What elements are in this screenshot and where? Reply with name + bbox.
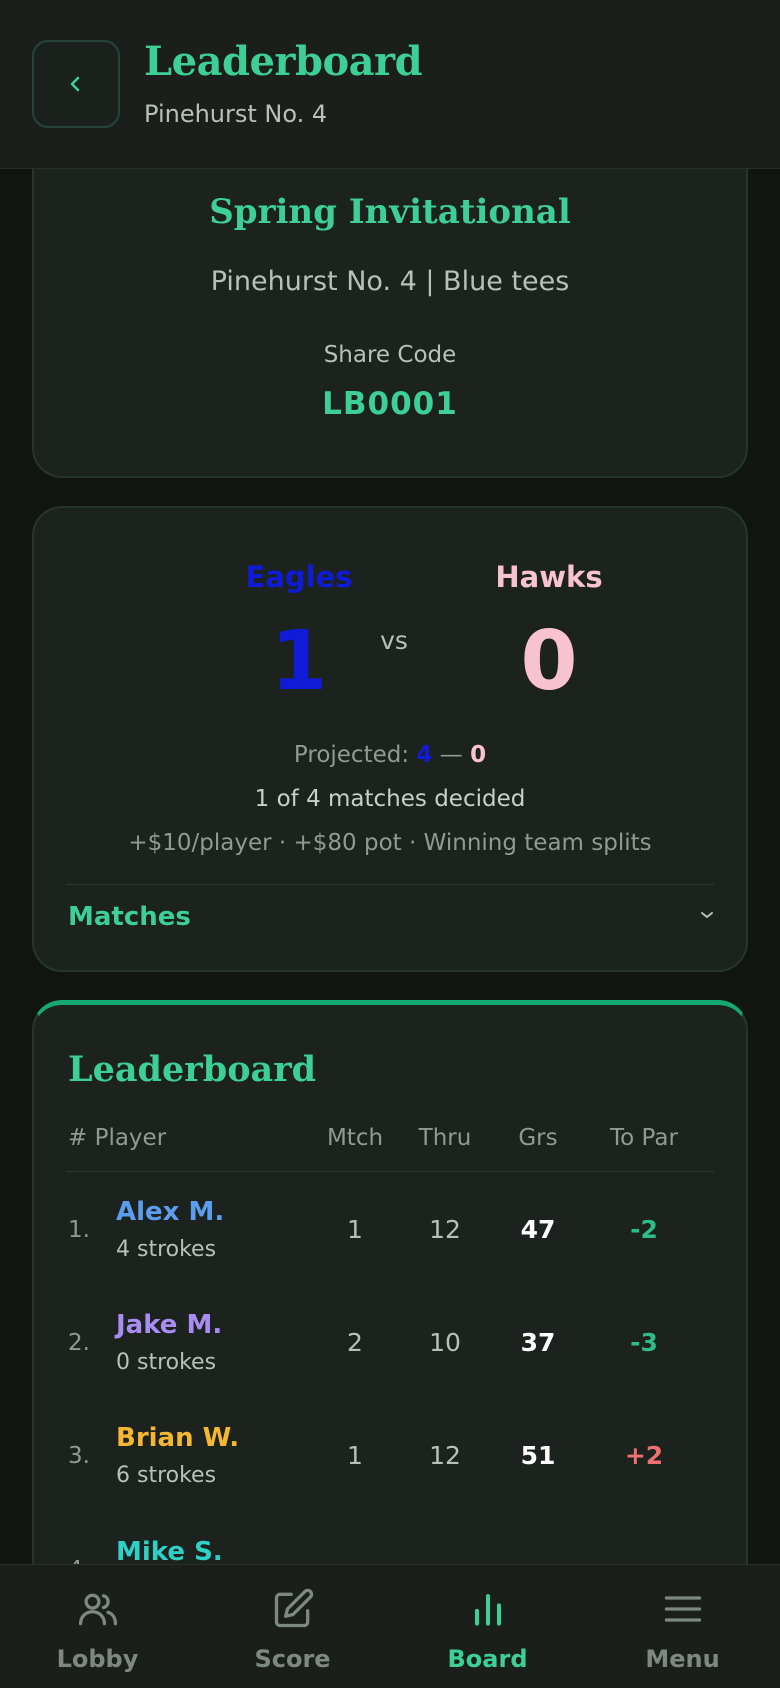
- nav-menu[interactable]: Menu: [585, 1565, 780, 1688]
- header-thru: Thru: [418, 1125, 472, 1151]
- edit-icon: [274, 1588, 314, 1628]
- matches-toggle[interactable]: Matches: [68, 902, 191, 932]
- vs-label: vs: [380, 626, 408, 655]
- nav-label: Score: [254, 1645, 331, 1673]
- row-player-name: Brian W.: [116, 1423, 240, 1453]
- row-thru: 12: [429, 1441, 461, 1470]
- page-subtitle: Pinehurst No. 4: [144, 100, 328, 128]
- divider: [66, 884, 714, 885]
- bottom-nav: Lobby Score Board Menu: [0, 1564, 780, 1688]
- share-code[interactable]: LB0001: [34, 386, 746, 422]
- leaderboard-title: Leaderboard: [68, 1049, 317, 1090]
- menu-icon: [664, 1596, 702, 1622]
- users-icon: [78, 1593, 118, 1626]
- projected-team-a: 4: [416, 742, 433, 768]
- row-to-par: -2: [630, 1215, 658, 1244]
- app-header: Leaderboard Pinehurst No. 4: [0, 0, 780, 169]
- nav-score[interactable]: Score: [195, 1565, 390, 1688]
- row-gross: 47: [520, 1215, 556, 1244]
- row-strokes: 6 strokes: [116, 1463, 217, 1488]
- header-player: # Player: [68, 1125, 167, 1151]
- row-rank: 3.: [68, 1443, 90, 1469]
- row-mtch: 1: [347, 1441, 363, 1470]
- projected-separator: —: [432, 742, 471, 768]
- chevron-down-icon[interactable]: [698, 906, 716, 928]
- projected-team-b: 0: [470, 742, 487, 768]
- header-mtch: Mtch: [326, 1125, 384, 1151]
- team-b-name: Hawks: [495, 560, 603, 594]
- row-thru: 10: [429, 1328, 461, 1357]
- row-gross: 37: [520, 1328, 556, 1357]
- row-to-par: -3: [630, 1328, 658, 1357]
- row-player-name: Mike S.: [116, 1537, 223, 1567]
- row-strokes: 0 strokes: [116, 1350, 217, 1375]
- table-row[interactable]: 2. Jake M. 0 strokes 2 10 37 -3: [34, 1294, 746, 1406]
- row-to-par: +2: [624, 1441, 664, 1470]
- row-rank: 2.: [68, 1330, 90, 1356]
- nav-lobby[interactable]: Lobby: [0, 1565, 195, 1688]
- team-b-score: 0: [520, 614, 578, 709]
- row-player-name: Alex M.: [116, 1197, 225, 1227]
- header-divider: [66, 1171, 714, 1172]
- match-card: Eagles Hawks 1 vs 0 Projected: 4 — 0 1 o…: [32, 506, 748, 972]
- chevron-left-icon: [70, 76, 80, 92]
- nav-board[interactable]: Board: [390, 1565, 585, 1688]
- row-mtch: 2: [347, 1328, 363, 1357]
- event-card: Spring Invitational Pinehurst No. 4 | Bl…: [32, 130, 748, 478]
- row-player-name: Jake M.: [116, 1310, 223, 1340]
- page-title: Leaderboard: [144, 38, 423, 85]
- projected-label: Projected:: [293, 742, 410, 768]
- row-rank: 1.: [68, 1217, 90, 1243]
- table-row[interactable]: 1. Alex M. 4 strokes 1 12 47 -2: [34, 1181, 746, 1293]
- projected-score: Projected: 4 — 0: [34, 742, 746, 768]
- pot-info: +$10/player · +$80 pot · Winning team sp…: [128, 830, 652, 856]
- team-a-name: Eagles: [245, 560, 353, 594]
- row-thru: 12: [429, 1215, 461, 1244]
- table-row[interactable]: 3. Brian W. 6 strokes 1 12 51 +2: [34, 1407, 746, 1519]
- nav-label: Lobby: [56, 1645, 139, 1673]
- share-code-label: Share Code: [323, 342, 457, 368]
- back-button[interactable]: [32, 40, 120, 128]
- event-course: Pinehurst No. 4 | Blue tees: [210, 266, 570, 297]
- header-to-par: To Par: [610, 1125, 678, 1151]
- header-grs: Grs: [518, 1125, 558, 1151]
- row-strokes: 4 strokes: [116, 1237, 217, 1262]
- bar-chart-icon: [474, 1594, 502, 1626]
- row-mtch: 1: [347, 1215, 363, 1244]
- row-gross: 51: [520, 1441, 556, 1470]
- event-title: Spring Invitational: [209, 192, 571, 232]
- nav-label: Board: [447, 1645, 528, 1673]
- nav-label: Menu: [645, 1645, 720, 1673]
- matches-decided: 1 of 4 matches decided: [254, 786, 526, 812]
